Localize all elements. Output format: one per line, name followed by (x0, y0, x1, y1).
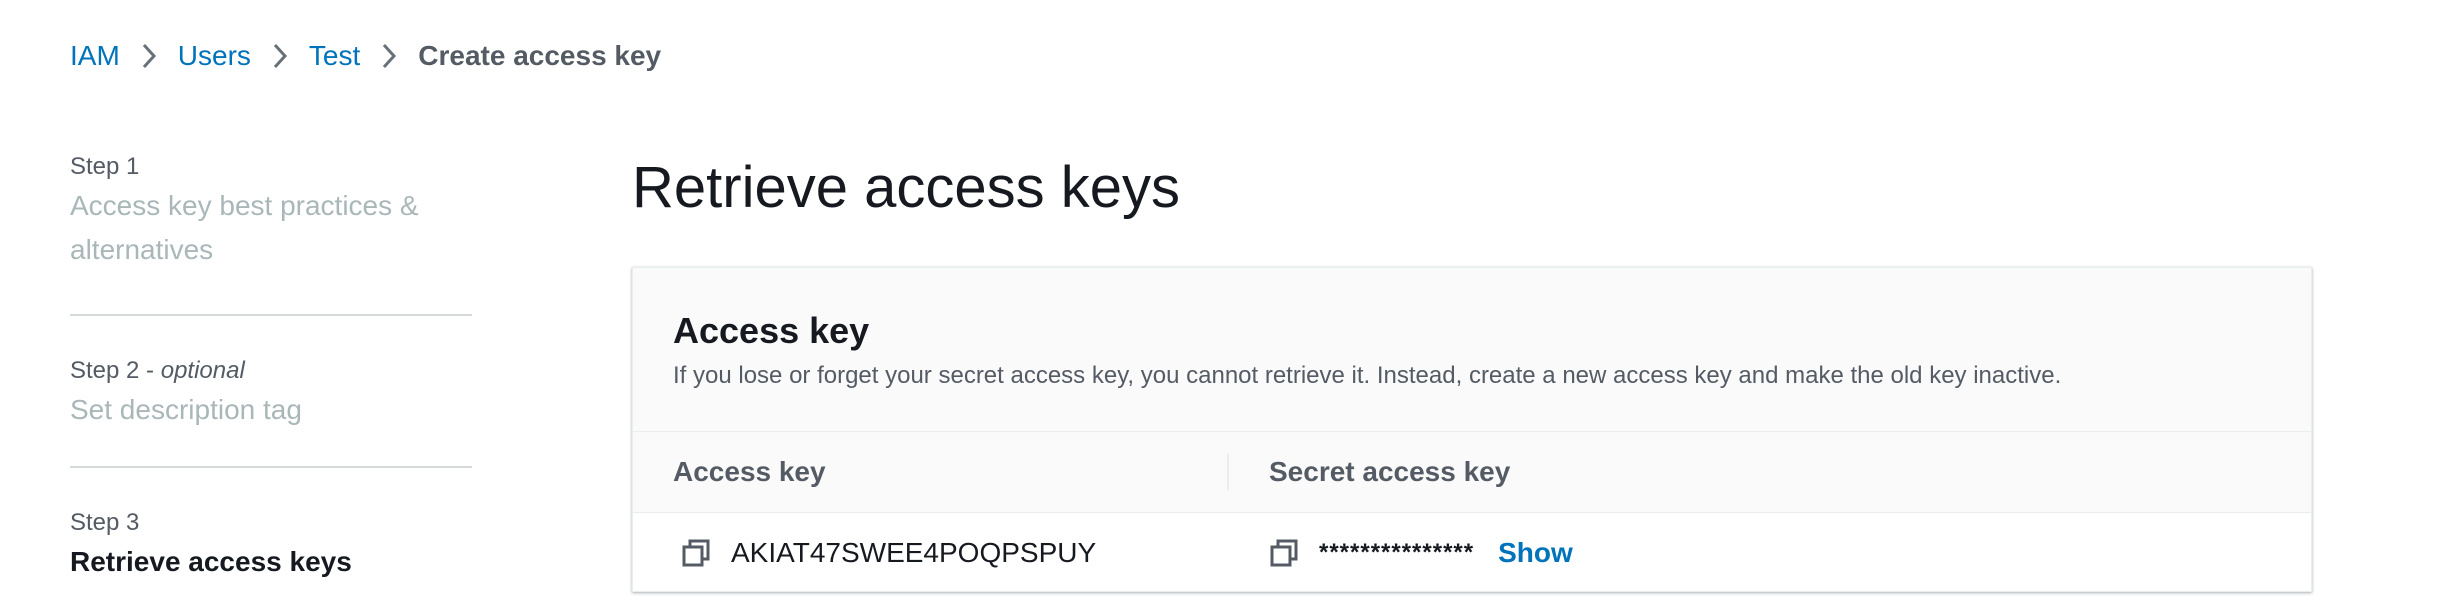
page-title: Retrieve access keys (632, 155, 1180, 220)
show-secret-link[interactable]: Show (1498, 537, 1573, 569)
chevron-right-icon (130, 36, 168, 76)
wizard-steps: Step 1 Access key best practices & alter… (70, 150, 472, 598)
access-key-cell: AKIAT47SWEE4POQPSPUY (633, 537, 1229, 569)
access-key-panel: Access key If you lose or forget your se… (632, 267, 2312, 592)
secret-access-key-cell: *************** Show (1229, 537, 1573, 569)
access-key-panel-title: Access key (673, 310, 870, 351)
table-row: AKIAT47SWEE4POQPSPUY *************** Sho… (633, 513, 2311, 591)
step-1-title: Access key best practices & alternatives (70, 190, 419, 265)
chevron-right-icon (261, 36, 299, 76)
copy-icon[interactable] (681, 538, 711, 568)
breadcrumb: IAM Users Test Create access key (70, 36, 661, 76)
copy-icon[interactable] (1269, 538, 1299, 568)
access-key-panel-description: If you lose or forget your secret access… (673, 362, 2062, 389)
step-3-number: Step 3 (70, 509, 140, 536)
access-key-table-header: Access key Secret access key (633, 432, 2311, 513)
breadcrumb-iam-link[interactable]: IAM (70, 40, 120, 72)
step-1: Step 1 Access key best practices & alter… (70, 150, 472, 316)
secret-access-key-masked: *************** (1319, 539, 1475, 566)
step-2-title: Set description tag (70, 394, 302, 425)
breadcrumb-current: Create access key (418, 40, 662, 71)
step-3-title: Retrieve access keys (70, 546, 352, 577)
step-1-number: Step 1 (70, 153, 140, 180)
access-key-id: AKIAT47SWEE4POQPSPUY (731, 537, 1097, 568)
step-2-number: Step 2 - optional (70, 354, 472, 388)
step-2: Step 2 - optional Set description tag (70, 316, 472, 468)
column-header-access-key: Access key (633, 454, 1229, 490)
step-2-optional-label: optional (160, 357, 245, 384)
chevron-right-icon (370, 36, 408, 76)
step-3: Step 3 Retrieve access keys (70, 468, 472, 598)
step-2-number-label: Step 2 - (70, 357, 161, 384)
breadcrumb-users-link[interactable]: Users (178, 40, 251, 72)
column-header-secret-access-key: Secret access key (1269, 456, 1511, 487)
access-key-panel-header: Access key If you lose or forget your se… (633, 268, 2311, 432)
breadcrumb-test-link[interactable]: Test (309, 40, 360, 72)
